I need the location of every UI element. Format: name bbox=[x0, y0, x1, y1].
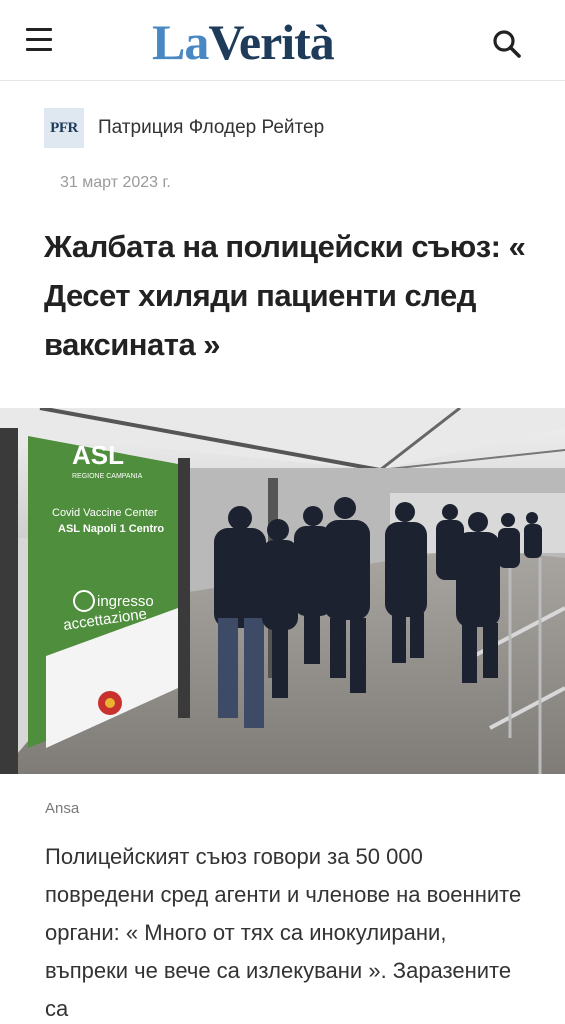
sign-line1: Covid Vaccine Center bbox=[52, 507, 158, 519]
logo-verita: Verità bbox=[208, 14, 334, 70]
photo-credit: Ansa bbox=[45, 800, 80, 817]
logo-la: La bbox=[152, 14, 209, 70]
article-photo: ASL REGIONE CAMPANIA Covid Vaccine Cente… bbox=[0, 408, 565, 774]
sign-region-text: REGIONE CAMPANIA bbox=[72, 473, 143, 480]
top-bar: LaVerità bbox=[0, 0, 565, 80]
publish-date: 31 март 2023 г. bbox=[60, 174, 171, 191]
header-divider bbox=[0, 80, 565, 81]
sign-top-text: ASL bbox=[72, 440, 124, 470]
sign-line2: ASL Napoli 1 Centro bbox=[58, 523, 164, 535]
author-byline[interactable]: PFR Патриция Флодер Рейтер bbox=[44, 108, 324, 148]
site-logo[interactable]: LaVerità bbox=[152, 12, 335, 72]
author-avatar: PFR bbox=[44, 108, 84, 148]
hamburger-menu-icon[interactable] bbox=[26, 28, 52, 52]
article-body: Полицейският съюз говори за 50 000 повре… bbox=[45, 844, 522, 1021]
search-icon[interactable] bbox=[491, 28, 523, 60]
article-headline: Жалбата на полицейски съюз: « Десет хиля… bbox=[44, 229, 526, 362]
author-name[interactable]: Патриция Флодер Рейтер bbox=[98, 117, 324, 139]
